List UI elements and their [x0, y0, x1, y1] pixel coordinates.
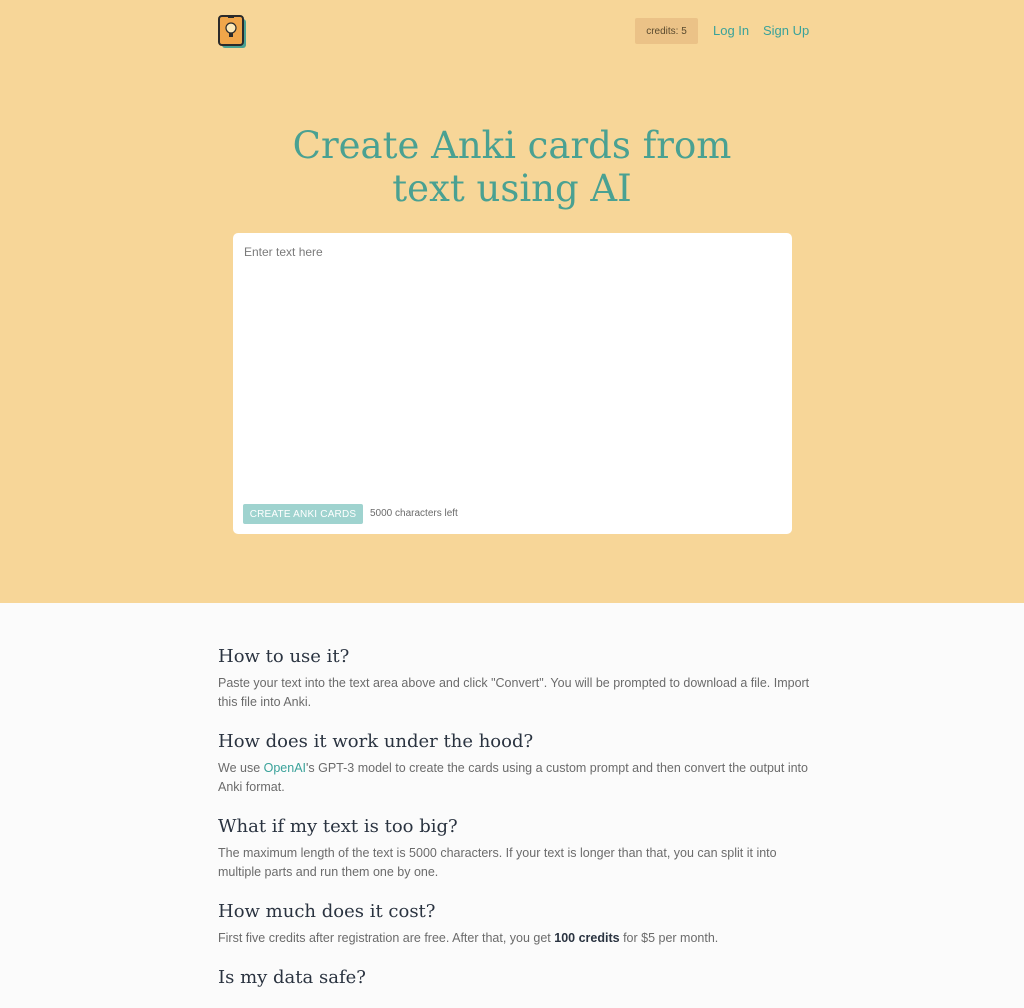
characters-left-counter: 5000 characters left	[370, 508, 458, 519]
faq-answer: We use OpenAI's GPT-3 model to create th…	[218, 759, 818, 797]
faq-answer-text: We use	[218, 761, 264, 775]
input-card: CREATE ANKI CARDS 5000 characters left	[233, 233, 792, 534]
faq-question: What if my text is too big?	[218, 816, 458, 837]
faq-section: How to use it? Paste your text into the …	[218, 645, 818, 1008]
faq-answer: Paste your text into the text area above…	[218, 676, 810, 709]
openai-link[interactable]: OpenAI	[264, 761, 306, 775]
faq-answer-text: First five credits after registration ar…	[218, 931, 555, 945]
faq-item: How much does it cost? First five credit…	[218, 900, 818, 948]
faq-answer: First five credits after registration ar…	[218, 929, 818, 948]
text-input[interactable]	[233, 233, 792, 493]
signup-link[interactable]: Sign Up	[763, 23, 809, 38]
credits-badge: credits: 5	[635, 18, 698, 44]
faq-item: What if my text is too big? The maximum …	[218, 815, 818, 882]
top-nav: credits: 5 Log In Sign Up	[0, 0, 1024, 64]
faq-item: How does it work under the hood? We use …	[218, 730, 818, 797]
faq-question: How much does it cost?	[218, 901, 436, 922]
faq-answer-text: 's GPT-3 model to create the cards using…	[218, 761, 808, 794]
page-title-line-2: text using AI	[392, 167, 632, 210]
hero-section: credits: 5 Log In Sign Up Create Anki ca…	[0, 0, 1024, 603]
login-link[interactable]: Log In	[713, 23, 749, 38]
faq-question: How does it work under the hood?	[218, 731, 534, 752]
faq-answer: The maximum length of the text is 5000 c…	[218, 846, 777, 879]
create-anki-cards-button[interactable]: CREATE ANKI CARDS	[243, 504, 363, 524]
lightbulb-logo-icon[interactable]	[218, 15, 246, 48]
page-title-line-1: Create Anki cards from	[292, 124, 732, 167]
faq-question: How to use it?	[218, 646, 350, 667]
credits-amount: 100 credits	[554, 931, 620, 945]
faq-answer-text: for $5 per month.	[619, 931, 719, 945]
page-title: Create Anki cards from text using AI	[0, 124, 1024, 210]
faq-item: How to use it? Paste your text into the …	[218, 645, 818, 712]
faq-item: Is my data safe?	[218, 966, 818, 990]
faq-question: Is my data safe?	[218, 967, 366, 988]
